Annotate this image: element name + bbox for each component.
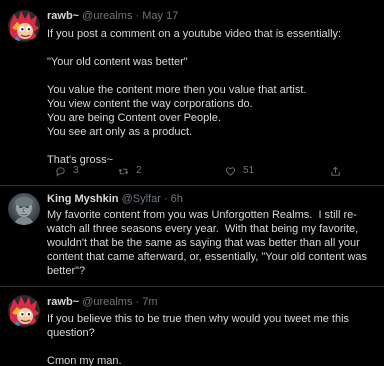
retweet-button[interactable]: 2 [118, 164, 142, 178]
separator-dot: · [135, 296, 140, 308]
avatar[interactable] [8, 193, 40, 225]
avatar[interactable] [8, 295, 40, 327]
retweet-count: 2 [136, 165, 142, 176]
share-button[interactable] [330, 164, 341, 178]
like-button[interactable]: 51 [225, 164, 254, 178]
timestamp[interactable]: 7m [142, 296, 157, 308]
tweet-text: If you believe this to be true then why … [47, 313, 350, 366]
tweet-header: rawb~ @urealms · May 17 [47, 10, 178, 23]
display-name[interactable]: King Myshkin [47, 193, 119, 205]
display-name[interactable]: rawb~ [47, 296, 79, 308]
tweet-text: My favorite content from you was Unforgo… [47, 209, 371, 277]
avatar[interactable] [8, 10, 40, 42]
tweet-actions: 3 2 51 [55, 164, 375, 178]
retweet-icon [118, 168, 129, 174]
user-handle[interactable]: @urealms [82, 10, 132, 22]
tweet-header: King Myshkin @Sylfar · 6h [47, 193, 183, 206]
tweet-text: If you post a comment on a youtube video… [47, 28, 342, 166]
separator-dot: · [163, 193, 168, 205]
cartoon-avatar-icon [8, 10, 40, 42]
cartoon-avatar-icon [8, 295, 40, 327]
bust-avatar-icon [8, 193, 40, 225]
tweet-2[interactable]: King Myshkin @Sylfar · 6h My favorite co… [0, 186, 384, 286]
user-handle[interactable]: @urealms [82, 296, 132, 308]
heart-icon [225, 166, 236, 176]
like-count: 51 [243, 165, 255, 176]
reply-button[interactable]: 3 [55, 164, 79, 178]
reply-icon [56, 166, 65, 177]
reply-count: 3 [73, 165, 79, 176]
tweet-3[interactable]: rawb~ @urealms · 7m If you believe this … [0, 287, 384, 366]
display-name[interactable]: rawb~ [47, 10, 79, 22]
timestamp[interactable]: 6h [171, 193, 183, 205]
tweet-header: rawb~ @urealms · 7m [47, 296, 158, 309]
share-icon [331, 166, 340, 176]
separator-dot: · [135, 10, 140, 22]
tweet-1[interactable]: rawb~ @urealms · May 17 If you post a co… [0, 0, 384, 184]
user-handle[interactable]: @Sylfar [122, 193, 161, 205]
timestamp[interactable]: May 17 [142, 10, 178, 22]
